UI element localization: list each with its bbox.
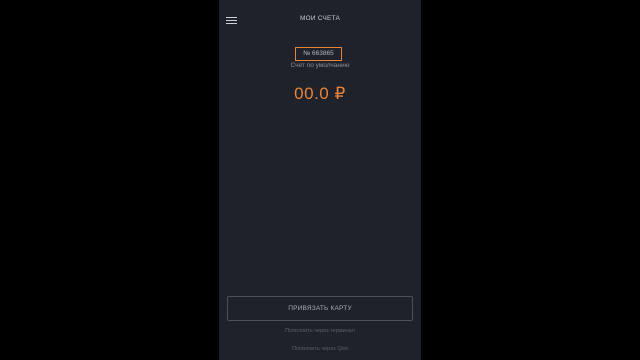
phone-screen: МОИ СЧЕТА № 663865 Счет по умолчанию 00.… bbox=[219, 0, 421, 360]
top-up-terminal-link[interactable]: Пополнить через терминал bbox=[219, 328, 421, 334]
account-default-caption: Счет по умолчанию bbox=[290, 62, 350, 69]
link-card-button[interactable]: ПРИВЯЗАТЬ КАРТУ bbox=[227, 296, 413, 321]
menu-icon-line bbox=[226, 23, 237, 24]
account-number: № 663865 bbox=[295, 47, 342, 61]
account-balance: 00.0 ₽ bbox=[294, 84, 346, 103]
page-title: МОИ СЧЕТА bbox=[300, 15, 340, 22]
top-up-qiwi-link[interactable]: Пополнить через Qiwi bbox=[219, 346, 421, 352]
